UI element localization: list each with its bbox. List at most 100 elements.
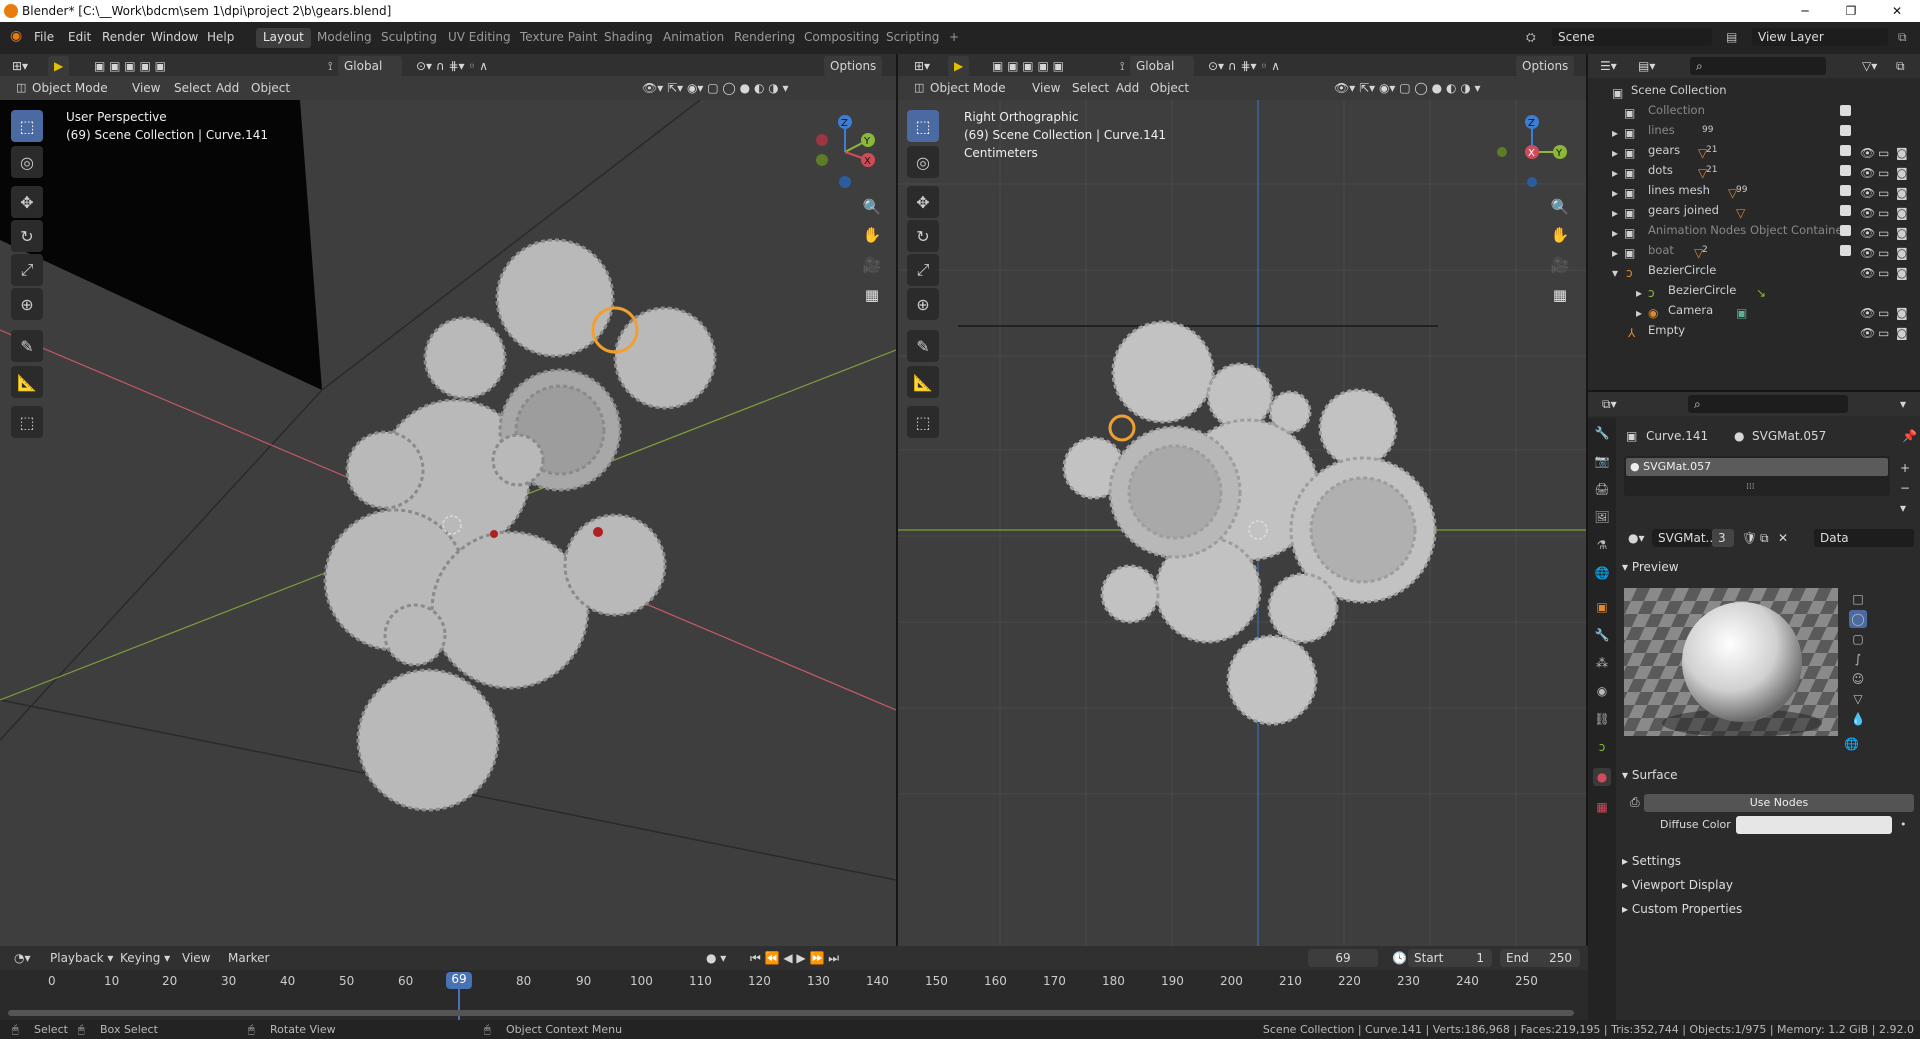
annotate-tool-right[interactable]: ✎ bbox=[907, 330, 939, 362]
measure-tool[interactable]: 📐 bbox=[11, 366, 43, 398]
menu-add-right[interactable]: Add bbox=[1110, 78, 1145, 98]
include-checkbox[interactable] bbox=[1840, 125, 1851, 136]
select-mode-icon-right[interactable]: ▶ bbox=[948, 56, 970, 76]
menu-object[interactable]: Object bbox=[245, 78, 296, 98]
pan-hand-icon[interactable]: ✋ bbox=[859, 222, 885, 248]
properties-options-icon[interactable]: ▾ bbox=[1894, 394, 1912, 414]
preview-fluid-icon[interactable]: 💧 bbox=[1849, 710, 1867, 728]
timeline-scrollbar[interactable] bbox=[8, 1010, 1574, 1016]
preview-section-header[interactable]: ▾ Preview bbox=[1622, 560, 1679, 574]
material-slot-row[interactable]: ● SVGMat.057 bbox=[1626, 458, 1888, 476]
navigation-gizmo-right[interactable]: Z Y X bbox=[1492, 108, 1572, 188]
include-checkbox[interactable] bbox=[1840, 185, 1851, 196]
keying-menu[interactable]: Keying ▾ bbox=[114, 948, 176, 968]
tab-compositing[interactable]: Compositing bbox=[797, 28, 886, 48]
custom-properties-section-header[interactable]: ▸ Custom Properties bbox=[1622, 902, 1742, 916]
link-select[interactable]: Data bbox=[1814, 529, 1914, 547]
blender-menu-icon[interactable]: ◉ bbox=[10, 28, 22, 44]
modifier-tab-icon[interactable]: 🔧 bbox=[1593, 626, 1611, 644]
add-workspace-button[interactable]: + bbox=[942, 28, 966, 48]
remove-slot-button[interactable]: − bbox=[1894, 478, 1916, 498]
maximize-button[interactable]: ❐ bbox=[1828, 0, 1874, 22]
scene-field[interactable]: Scene bbox=[1552, 28, 1712, 46]
preview-cube-icon[interactable]: ▢ bbox=[1849, 630, 1867, 648]
ortho-grid-icon[interactable]: ▦ bbox=[1547, 282, 1573, 308]
select-box-icon[interactable]: ▣ ▣ ▣ ▣ ▣ bbox=[88, 56, 172, 76]
include-checkbox[interactable] bbox=[1840, 225, 1851, 236]
keyframe-dot-icon[interactable]: • bbox=[1900, 818, 1907, 831]
menu-file[interactable]: File bbox=[34, 30, 54, 44]
viewport-display-icon[interactable]: ▭ bbox=[1878, 323, 1889, 343]
mode-select[interactable]: Object Mode bbox=[26, 78, 118, 98]
tab-texture-paint[interactable]: Texture Paint bbox=[513, 28, 604, 48]
properties-search-input[interactable]: ⌕ bbox=[1688, 395, 1848, 413]
right-scene-graphic[interactable] bbox=[898, 100, 1586, 946]
transform-orientation-select-right[interactable]: Global bbox=[1130, 56, 1194, 76]
properties-editor-icon[interactable]: ⧉▾ bbox=[1596, 394, 1623, 414]
menu-select-right[interactable]: Select bbox=[1066, 78, 1115, 98]
tool-tab-icon[interactable]: 🔧 bbox=[1593, 424, 1611, 442]
diffuse-color-swatch[interactable] bbox=[1736, 816, 1892, 834]
pan-hand-icon-right[interactable]: ✋ bbox=[1547, 222, 1573, 248]
outliner-row[interactable]: ▸ ▣ Animation Nodes Object Container 👁 ▭… bbox=[1588, 220, 1920, 240]
outliner-row[interactable]: ▸ ▣ lines 99 bbox=[1588, 120, 1920, 140]
rotate-tool[interactable]: ↻ bbox=[11, 220, 43, 252]
material-name-field[interactable]: SVGMat... bbox=[1652, 529, 1717, 547]
menu-add[interactable]: Add bbox=[210, 78, 245, 98]
mode-select-right[interactable]: Object Mode bbox=[924, 78, 1016, 98]
rotate-tool-right[interactable]: ↻ bbox=[907, 220, 939, 252]
cursor-tool-right[interactable]: ◎ bbox=[907, 146, 939, 178]
select-box-tool[interactable]: ⬚ bbox=[11, 110, 43, 142]
outliner-row[interactable]: ▸ ▣ gears ▽ 21 👁 ▭ ◙ bbox=[1588, 140, 1920, 160]
filter-icon[interactable]: ▽▾ bbox=[1856, 56, 1883, 76]
surface-section-header[interactable]: ▾ Surface bbox=[1622, 768, 1678, 782]
particles-tab-icon[interactable]: ⁂ bbox=[1593, 654, 1611, 672]
render-camera-icon[interactable]: ◙ bbox=[1896, 323, 1908, 343]
minimize-button[interactable]: ─ bbox=[1782, 0, 1828, 22]
camera-view-icon[interactable]: 🎥 bbox=[859, 252, 885, 278]
editor-type-icon[interactable]: ⊞▾ bbox=[6, 56, 34, 76]
start-frame-field[interactable]: Start 1 bbox=[1408, 949, 1492, 967]
preview-cloth-icon[interactable]: ▽ bbox=[1849, 690, 1867, 708]
zoom-icon[interactable]: 🔍 bbox=[859, 194, 885, 220]
shading-controls-icon[interactable]: 👁▾ ⇱▾ ◉▾ ▢ ◯ ● ◐ ◑ ▾ bbox=[636, 78, 795, 98]
transform-tool-right[interactable]: ⊕ bbox=[907, 288, 939, 320]
tab-uv-editing[interactable]: UV Editing bbox=[441, 28, 518, 48]
texture-tab-icon[interactable]: ▦ bbox=[1593, 798, 1611, 816]
include-checkbox[interactable] bbox=[1840, 165, 1851, 176]
shading-controls-icon-right[interactable]: 👁▾ ⇱▾ ◉▾ ▢ ◯ ● ◐ ◑ ▾ bbox=[1328, 78, 1487, 98]
unlink-material-icon[interactable]: ✕ bbox=[1772, 528, 1794, 548]
left-3d-viewport[interactable]: ⬚ ◎ ✥ ↻ ⤢ ⊕ ✎ 📐 ⬚ User Perspective (69) … bbox=[0, 100, 896, 946]
output-tab-icon[interactable]: 🖨 bbox=[1593, 480, 1611, 498]
move-tool[interactable]: ✥ bbox=[11, 186, 43, 218]
menu-view[interactable]: View bbox=[126, 78, 167, 98]
data-tab-icon[interactable]: ↄ bbox=[1593, 738, 1611, 756]
include-checkbox[interactable] bbox=[1840, 245, 1851, 256]
display-mode-icon[interactable]: ▤▾ bbox=[1632, 56, 1661, 76]
view-layer-field[interactable]: View Layer bbox=[1752, 28, 1888, 46]
tab-modeling[interactable]: Modeling bbox=[310, 28, 379, 48]
use-nodes-button[interactable]: Use Nodes bbox=[1644, 794, 1914, 812]
outliner-row[interactable]: ▸ ◉ Camera ▣ 👁 ▭ ◙ bbox=[1588, 300, 1920, 320]
constraints-tab-icon[interactable]: ⛓ bbox=[1593, 710, 1611, 728]
timeline-editor-icon[interactable]: ◔▾ bbox=[8, 948, 37, 968]
settings-section-header[interactable]: ▸ Settings bbox=[1622, 854, 1681, 868]
perspective-grid-icon[interactable]: ▦ bbox=[859, 282, 885, 308]
preview-flat-icon[interactable]: □ bbox=[1849, 590, 1867, 608]
preview-world-icon[interactable]: 🌐 bbox=[1838, 734, 1865, 754]
timeline-view-menu[interactable]: View bbox=[176, 948, 216, 968]
view-layer-icon[interactable]: ▤ bbox=[1726, 30, 1737, 44]
left-scene-graphic[interactable] bbox=[0, 100, 896, 946]
tab-sculpting[interactable]: Sculpting bbox=[374, 28, 444, 48]
transform-orientation-icon[interactable]: ⟟ bbox=[322, 56, 338, 76]
add-cube-tool[interactable]: ⬚ bbox=[11, 406, 43, 438]
menu-render[interactable]: Render bbox=[102, 30, 145, 44]
right-3d-viewport[interactable]: ⬚ ◎ ✥ ↻ ⤢ ⊕ ✎ 📐 ⬚ Right Orthographic (69… bbox=[898, 100, 1586, 946]
playback-menu[interactable]: Playback ▾ bbox=[44, 948, 119, 968]
pivot-icon[interactable]: ⊙▾ ∩ ⋕▾ ◦ ∧ bbox=[410, 56, 494, 76]
view-layer-tab-icon[interactable]: 🖼 bbox=[1593, 508, 1611, 526]
tab-shading[interactable]: Shading bbox=[597, 28, 660, 48]
outliner-row[interactable]: ▸ ▣ dots ▽ 21 👁 ▭ ◙ bbox=[1588, 160, 1920, 180]
visibility-eye-icon[interactable]: 👁 bbox=[1860, 323, 1875, 343]
scale-tool-right[interactable]: ⤢ bbox=[907, 254, 939, 286]
